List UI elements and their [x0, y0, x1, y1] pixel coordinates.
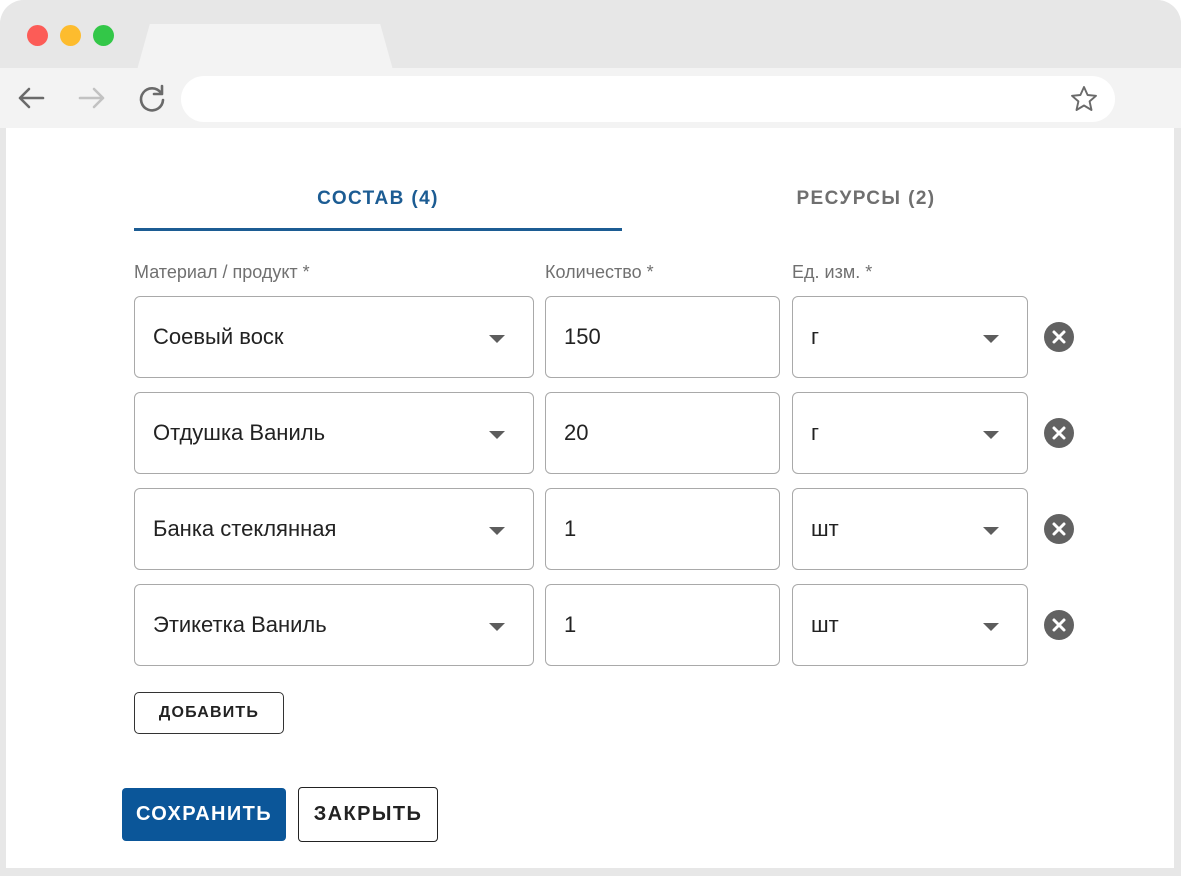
chevron-down-icon: [489, 431, 505, 439]
material-select[interactable]: Банка стеклянная: [134, 488, 534, 570]
quantity-input[interactable]: 150: [545, 296, 780, 378]
quantity-input[interactable]: 1: [545, 584, 780, 666]
tab-resources[interactable]: РЕСУРСЫ (2): [622, 168, 1110, 230]
material-select[interactable]: Отдушка Ваниль: [134, 392, 534, 474]
save-button[interactable]: СОХРАНИТЬ: [122, 788, 286, 841]
close-window-button[interactable]: [27, 25, 48, 46]
unit-select[interactable]: шт: [792, 488, 1028, 570]
reload-icon[interactable]: [136, 82, 168, 114]
quantity-input[interactable]: 1: [545, 488, 780, 570]
quantity-input[interactable]: 20: [545, 392, 780, 474]
unit-select[interactable]: шт: [792, 584, 1028, 666]
quantity-value: 20: [564, 420, 589, 445]
quantity-value: 1: [564, 612, 577, 637]
tab-composition[interactable]: СОСТАВ (4): [134, 168, 622, 230]
remove-row-icon[interactable]: [1044, 322, 1074, 352]
chevron-down-icon: [983, 623, 999, 631]
star-icon[interactable]: [1069, 84, 1099, 114]
remove-row-icon[interactable]: [1044, 418, 1074, 448]
material-column-label: Материал / продукт *: [134, 262, 310, 282]
material-select[interactable]: Соевый воск: [134, 296, 534, 378]
maximize-window-button[interactable]: [93, 25, 114, 46]
title-bar: [0, 0, 1181, 70]
component-row: Банка стеклянная 1 шт: [134, 488, 1094, 572]
chevron-down-icon: [983, 335, 999, 343]
material-value: Этикетка Ваниль: [153, 612, 327, 637]
browser-tab[interactable]: [137, 24, 393, 70]
remove-row-icon[interactable]: [1044, 610, 1074, 640]
chevron-down-icon: [489, 335, 505, 343]
quantity-column-label: Количество *: [545, 262, 654, 282]
tab-bar: СОСТАВ (4) РЕСУРСЫ (2): [134, 168, 1110, 232]
add-row-button[interactable]: ДОБАВИТЬ: [134, 692, 284, 734]
chevron-down-icon: [983, 431, 999, 439]
active-tab-indicator: [134, 228, 622, 231]
material-value: Банка стеклянная: [153, 516, 337, 541]
browser-window: СОСТАВ (4) РЕСУРСЫ (2) Материал / продук…: [0, 0, 1181, 876]
quantity-value: 1: [564, 516, 577, 541]
unit-value: шт: [811, 612, 839, 637]
page-content: СОСТАВ (4) РЕСУРСЫ (2) Материал / продук…: [6, 128, 1174, 868]
chevron-down-icon: [489, 527, 505, 535]
browser-toolbar: [0, 68, 1181, 128]
unit-value: шт: [811, 516, 839, 541]
unit-column-label: Ед. изм. *: [792, 262, 873, 282]
close-button[interactable]: ЗАКРЫТЬ: [298, 787, 438, 842]
chevron-down-icon: [489, 623, 505, 631]
chevron-down-icon: [983, 527, 999, 535]
quantity-value: 150: [564, 324, 601, 349]
unit-value: г: [811, 324, 820, 349]
arrow-right-icon[interactable]: [76, 82, 108, 114]
unit-select[interactable]: г: [792, 296, 1028, 378]
component-row: Отдушка Ваниль 20 г: [134, 392, 1094, 476]
address-bar[interactable]: [181, 76, 1115, 122]
material-value: Соевый воск: [153, 324, 284, 349]
arrow-left-icon[interactable]: [15, 82, 47, 114]
component-row: Этикетка Ваниль 1 шт: [134, 584, 1094, 668]
material-value: Отдушка Ваниль: [153, 420, 326, 445]
unit-select[interactable]: г: [792, 392, 1028, 474]
material-select[interactable]: Этикетка Ваниль: [134, 584, 534, 666]
component-row: Соевый воск 150 г: [134, 296, 1094, 380]
remove-row-icon[interactable]: [1044, 514, 1074, 544]
minimize-window-button[interactable]: [60, 25, 81, 46]
unit-value: г: [811, 420, 820, 445]
